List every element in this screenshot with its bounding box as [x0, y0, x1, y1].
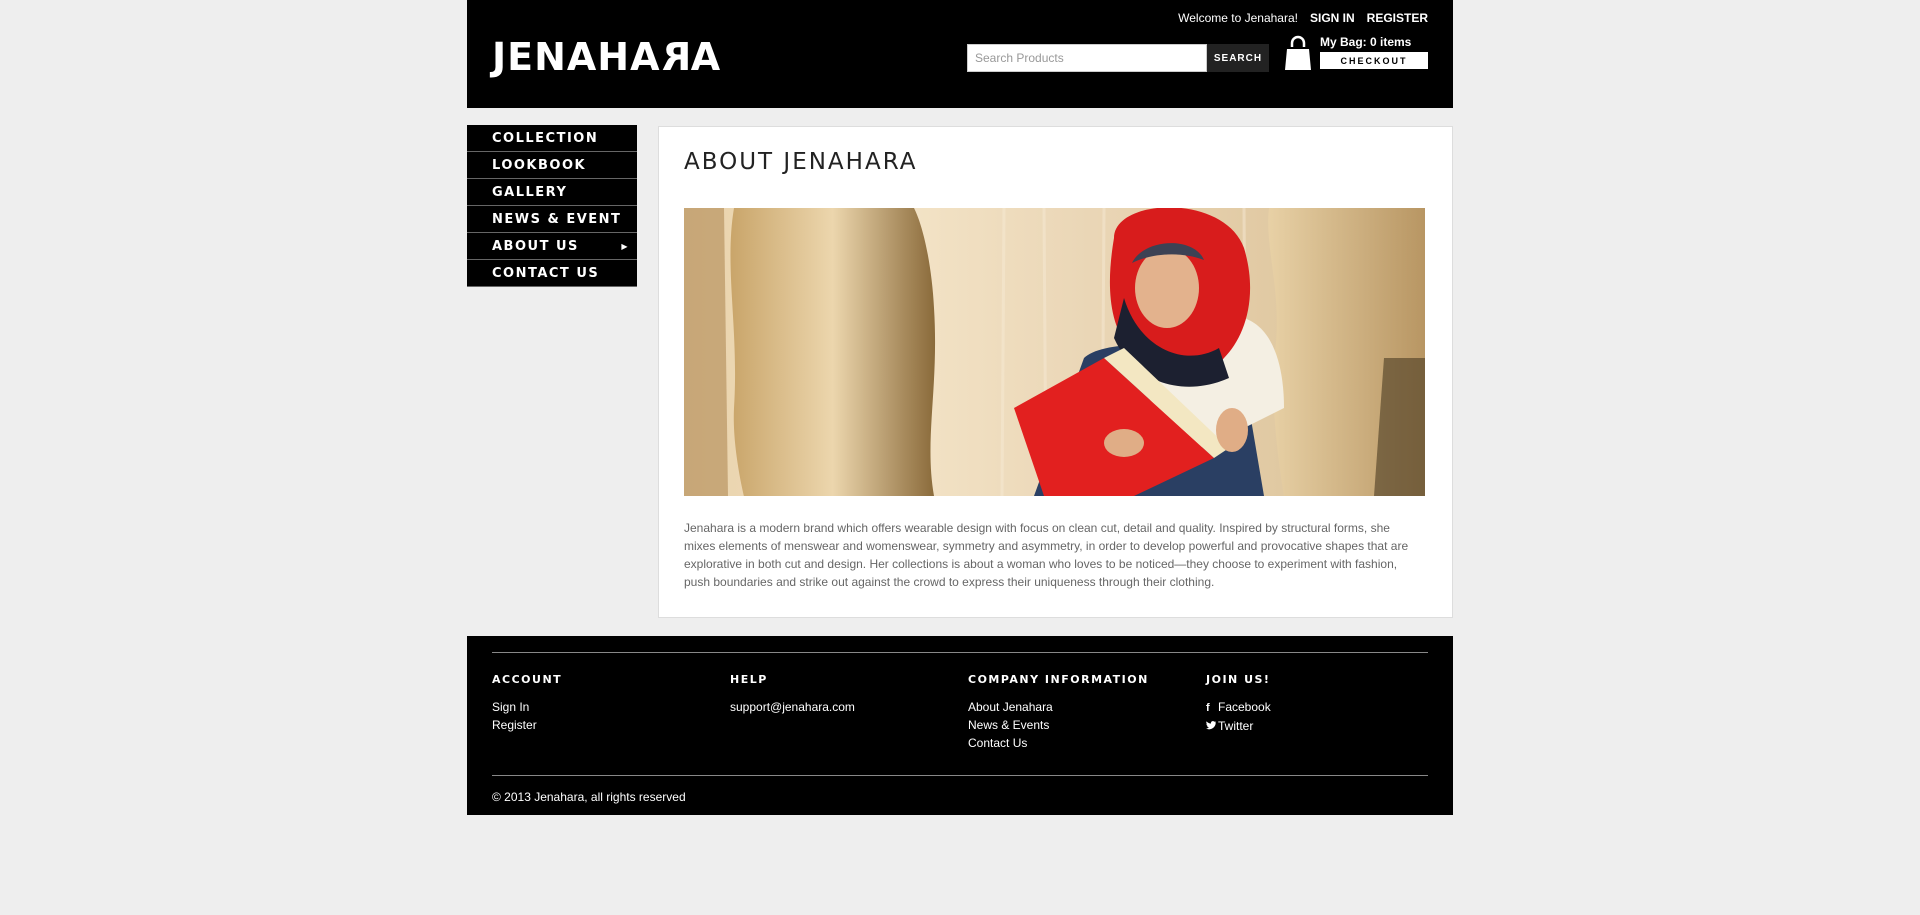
nav-item-gallery[interactable]: GALLERY [467, 179, 637, 206]
footer-company: COMPANY INFORMATION About Jenahara News … [968, 673, 1149, 752]
footer-help: HELP support@jenahara.com [730, 673, 855, 716]
footer-link-about[interactable]: About Jenahara [968, 698, 1149, 716]
footer-link-facebook[interactable]: f Facebook [1206, 698, 1271, 717]
copyright-text: © 2013 Jenahara, all rights reserved [492, 790, 686, 804]
top-links: Welcome to Jenahara! SIGN IN REGISTER [1178, 11, 1428, 25]
search-button[interactable]: SEARCH [1207, 44, 1269, 72]
footer-link-sign-in[interactable]: Sign In [492, 698, 562, 716]
footer-heading-help: HELP [730, 673, 768, 686]
site-header: JENAHARA Welcome to Jenahara! SIGN IN RE… [467, 0, 1453, 108]
footer-heading-company: COMPANY INFORMATION [968, 673, 1149, 686]
about-hero-image [684, 208, 1425, 496]
page-title: ABOUT JENAHARA [684, 149, 918, 175]
footer-link-news[interactable]: News & Events [968, 716, 1149, 734]
footer-link-contact[interactable]: Contact Us [968, 734, 1149, 752]
twitter-icon [1206, 718, 1218, 736]
nav-item-lookbook[interactable]: LOOKBOOK [467, 152, 637, 179]
nav-item-news-event[interactable]: NEWS & EVENT [467, 206, 637, 233]
nav-item-contact-us[interactable]: CONTACT US [467, 260, 637, 287]
bag-summary[interactable]: My Bag: 0 items [1320, 35, 1411, 49]
footer-account: ACCOUNT Sign In Register [492, 673, 562, 734]
search-bar: SEARCH [967, 44, 1269, 72]
site-footer: ACCOUNT Sign In Register HELP support@je… [467, 636, 1453, 815]
footer-heading-join: JOIN US! [1206, 673, 1271, 686]
sign-in-link[interactable]: SIGN IN [1310, 11, 1355, 25]
search-input[interactable] [967, 44, 1207, 72]
footer-join: JOIN US! f Facebook Twitter [1206, 673, 1271, 736]
page-wrapper: JENAHARA Welcome to Jenahara! SIGN IN RE… [467, 0, 1453, 815]
footer-link-twitter[interactable]: Twitter [1206, 717, 1271, 736]
footer-link-register[interactable]: Register [492, 716, 562, 734]
footer-divider-bottom [492, 775, 1428, 776]
footer-divider-top [492, 652, 1428, 653]
nav-item-collection[interactable]: COLLECTION [467, 125, 637, 152]
submenu-arrow-icon: ▶ [621, 242, 629, 251]
welcome-text: Welcome to Jenahara! [1178, 11, 1298, 25]
sidebar-nav: COLLECTION LOOKBOOK GALLERY NEWS & EVENT… [467, 125, 637, 287]
checkout-button[interactable]: CHECKOUT [1320, 52, 1428, 69]
main-content: ABOUT JENAHARA Jenahara is a modern bran… [658, 126, 1453, 618]
shopping-bag-icon[interactable] [1284, 35, 1312, 71]
site-logo[interactable]: JENAHARA [492, 35, 721, 79]
nav-item-about-us[interactable]: ABOUT US ▶ [467, 233, 637, 260]
about-description: Jenahara is a modern brand which offers … [684, 521, 1409, 589]
register-link[interactable]: REGISTER [1367, 11, 1428, 25]
footer-heading-account: ACCOUNT [492, 673, 563, 686]
facebook-icon: f [1206, 702, 1210, 714]
footer-link-support-email[interactable]: support@jenahara.com [730, 698, 855, 716]
